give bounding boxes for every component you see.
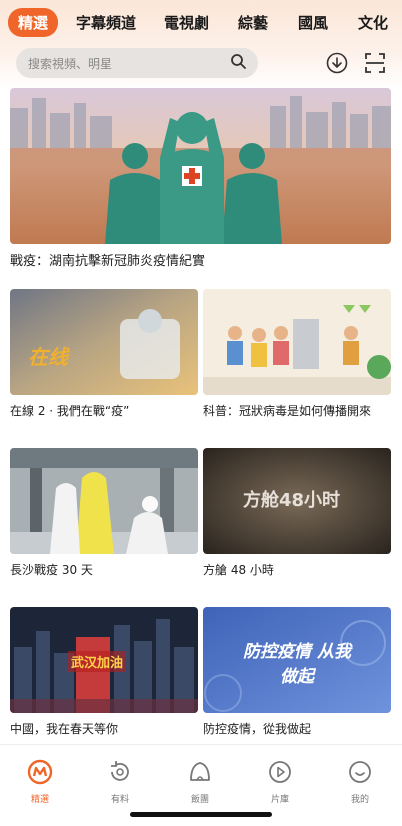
tab-culture[interactable]: 文化 (358, 12, 388, 33)
nav-featured[interactable]: 精選 (15, 759, 65, 805)
hero-thumbnail[interactable] (10, 88, 391, 244)
tab-featured[interactable]: 精選 (8, 8, 59, 37)
download-icon[interactable] (326, 52, 348, 78)
video-thumbnail-1[interactable]: 在线 (10, 289, 198, 395)
smile-icon (347, 761, 373, 789)
home-indicator[interactable] (130, 812, 272, 817)
video-thumbnail-5[interactable]: 武汉加油 (10, 607, 198, 713)
video-thumbnail-2[interactable] (203, 289, 391, 395)
search-icon[interactable] (230, 53, 246, 73)
nav-fantuan[interactable]: 飯團 (175, 759, 225, 805)
nav-label: 片庫 (270, 795, 289, 805)
play-icon (267, 761, 293, 789)
nav-label: 精選 (30, 795, 49, 805)
tab-variety[interactable]: 綜藝 (238, 12, 268, 33)
scan-icon[interactable] (364, 52, 386, 78)
search-bar[interactable]: 搜索視頻、明星 (16, 48, 258, 78)
tab-guofeng[interactable]: 國風 (298, 12, 328, 33)
video-title-6[interactable]: 防控疫情，從我做起 (203, 720, 311, 737)
video-title-4[interactable]: 方艙 48 小時 (203, 561, 274, 578)
video-thumbnail-3[interactable] (10, 448, 198, 554)
thumbnail-caption: 防控疫情 从我做起 (243, 642, 351, 687)
top-header: 精選 字幕頻道 電視劇 綜藝 國風 文化 搜索視頻、明星 (0, 0, 402, 88)
video-title-3[interactable]: 長沙戰疫 30 天 (10, 561, 93, 578)
video-title-2[interactable]: 科普：冠狀病毒是如何傳播開來 (203, 402, 371, 419)
thumbnail-caption: 方舱48小时 (243, 490, 341, 511)
tab-tv-series[interactable]: 電視劇 (164, 12, 209, 33)
refresh-icon (107, 761, 133, 789)
video-title-5[interactable]: 中國，我在春天等你 (10, 720, 118, 737)
hero-title[interactable]: 戰疫：湖南抗擊新冠肺炎疫情紀實 (10, 250, 205, 269)
category-tabs: 精選 字幕頻道 電視劇 綜藝 國風 文化 (0, 6, 402, 38)
search-input[interactable]: 搜索視頻、明星 (28, 55, 230, 72)
video-title-1[interactable]: 在線 2 · 我們在戰“疫” (10, 402, 129, 419)
nav-youliao[interactable]: 有料 (95, 759, 145, 805)
nav-label: 我的 (350, 795, 369, 805)
video-thumbnail-6[interactable]: 防控疫情 从我做起 (203, 607, 391, 713)
nav-label: 有料 (110, 795, 129, 805)
nav-profile[interactable]: 我的 (335, 759, 385, 805)
thumbnail-caption: 武汉加油 (68, 651, 127, 672)
nav-library[interactable]: 片庫 (255, 759, 305, 805)
featured-icon (27, 759, 53, 789)
thumbnail-caption: 在线 (28, 345, 68, 369)
tab-subtitle-channel[interactable]: 字幕頻道 (76, 12, 136, 33)
video-thumbnail-4[interactable]: 方舱48小时 (203, 448, 391, 554)
riceball-icon (187, 762, 213, 789)
nav-label: 飯團 (190, 795, 209, 805)
